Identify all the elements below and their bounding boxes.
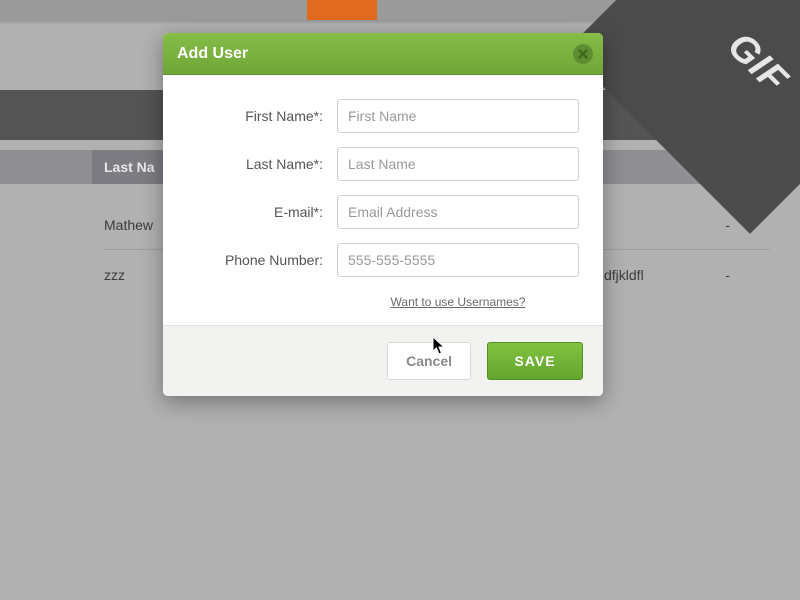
- column-last-name[interactable]: Last Na: [92, 150, 167, 184]
- last-name-input[interactable]: [337, 147, 579, 181]
- active-tab-indicator: [307, 0, 377, 20]
- email-label: E-mail*:: [187, 204, 337, 220]
- phone-label: Phone Number:: [187, 252, 337, 268]
- cell-team: -: [725, 267, 730, 283]
- cell-lastname: zzz: [104, 267, 125, 283]
- cell-team: -: [725, 217, 730, 233]
- modal-header: Add User: [163, 33, 603, 75]
- form-row-phone: Phone Number:: [187, 243, 579, 277]
- use-usernames-link[interactable]: Want to use Usernames?: [391, 295, 526, 309]
- first-name-label: First Name*:: [187, 108, 337, 124]
- cancel-button[interactable]: Cancel: [387, 342, 471, 380]
- modal-title: Add User: [177, 45, 248, 63]
- first-name-input[interactable]: [337, 99, 579, 133]
- phone-input[interactable]: [337, 243, 579, 277]
- form-row-first-name: First Name*:: [187, 99, 579, 133]
- modal-body: First Name*: Last Name*: E-mail*: Phone …: [163, 75, 603, 325]
- last-name-label: Last Name*:: [187, 156, 337, 172]
- add-user-modal: Add User First Name*: Last Name*: E-mail…: [163, 33, 603, 396]
- cell-lastname: Mathew: [104, 217, 153, 233]
- save-button[interactable]: SAVE: [487, 342, 583, 380]
- email-input[interactable]: [337, 195, 579, 229]
- close-button[interactable]: [573, 44, 593, 64]
- form-row-last-name: Last Name*:: [187, 147, 579, 181]
- modal-footer: Cancel SAVE: [163, 325, 603, 396]
- cell-mid: dfjkldfl: [604, 267, 644, 283]
- close-icon: [573, 44, 593, 64]
- form-row-email: E-mail*:: [187, 195, 579, 229]
